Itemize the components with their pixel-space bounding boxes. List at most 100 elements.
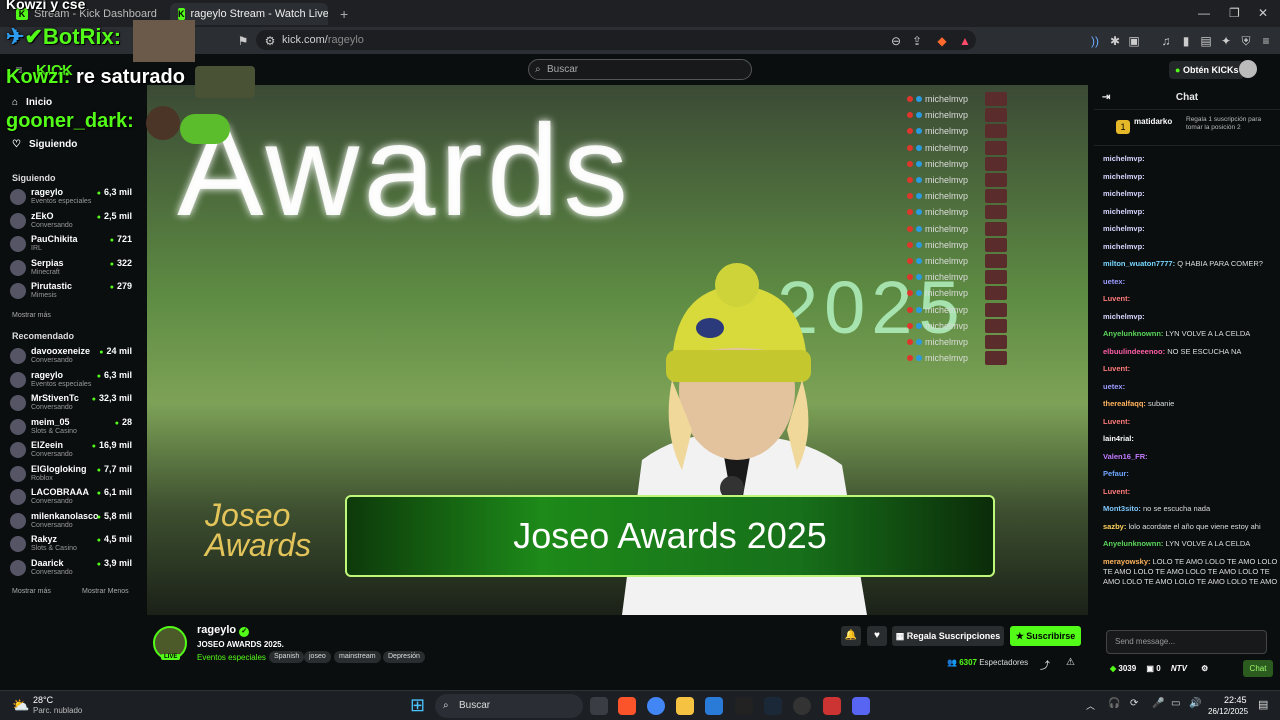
sidebar-channel[interactable]: ElGloglokingRoblox 7,7 mil (10, 463, 132, 485)
chat-username[interactable]: Luvent: (1103, 364, 1130, 373)
points-count[interactable]: 0 (1156, 664, 1160, 673)
chat-username[interactable]: merayowsky: (1103, 557, 1151, 566)
user-avatar[interactable] (1239, 60, 1257, 78)
close-window-icon[interactable]: ✕ (1258, 6, 1268, 20)
tag-joseo[interactable]: joseo (304, 651, 331, 663)
zoom-icon[interactable]: ⊖ (889, 34, 903, 48)
chat-username[interactable]: michelmvp: (1103, 312, 1145, 321)
discord-icon[interactable] (852, 697, 870, 715)
tag-depresion[interactable]: Depresión (383, 651, 425, 663)
steam-icon[interactable] (764, 697, 782, 715)
chat-username[interactable]: milton_wuaton7777: (1103, 259, 1175, 268)
sidebar-channel[interactable]: LACOBRAAAConversando 6,1 mil (10, 486, 132, 508)
send-chat-button[interactable]: Chat (1243, 660, 1273, 677)
chat-username[interactable]: sazby: (1103, 522, 1126, 531)
tag-spanish[interactable]: Spanish (269, 651, 305, 663)
maximize-icon[interactable]: ❐ (1229, 6, 1240, 20)
chat-username[interactable]: Luvent: (1103, 417, 1130, 426)
chat-username[interactable]: Pefaur: (1103, 469, 1129, 478)
clock-date[interactable]: 26/12/2025 (1208, 707, 1248, 716)
chat-username[interactable]: michelmvp: (1103, 224, 1145, 233)
sidebar-channel[interactable]: rageyloEventos especiales 6,3 mil (10, 186, 132, 208)
sidebar-channel[interactable]: DaarickConversando 3,9 mil (10, 557, 132, 579)
show-more-recommended[interactable]: Mostrar más (12, 588, 51, 595)
brave-browser-icon[interactable] (618, 697, 636, 715)
sidebar-channel[interactable]: ElZeeinConversando 16,9 mil (10, 439, 132, 461)
sidebar-channel[interactable]: rageyloEventos especiales 6,3 mil (10, 369, 132, 391)
file-explorer-icon[interactable] (676, 697, 694, 715)
sidebar-channel[interactable]: MrStivenTcConversando 32,3 mil (10, 392, 132, 414)
chat-username[interactable]: elbuulindeeenoo: (1103, 347, 1165, 356)
screenshot-icon[interactable]: ▣ (1127, 34, 1141, 48)
chrome-icon[interactable] (647, 697, 665, 715)
task-view-icon[interactable] (590, 697, 608, 715)
chat-username[interactable]: michelmvp: (1103, 207, 1145, 216)
chat-username[interactable]: Anyelunknownn: (1103, 539, 1163, 548)
share-stream-icon[interactable]: ⤴ (1040, 657, 1050, 672)
chat-username[interactable]: michelmvp: (1103, 154, 1145, 163)
chat-username[interactable]: Mont3sito: (1103, 504, 1141, 513)
weather-temp[interactable]: 28°C (33, 695, 53, 705)
chat-username[interactable]: michelmvp: (1103, 189, 1145, 198)
audio-icon[interactable]: )) (1088, 34, 1102, 48)
sidebar-channel[interactable]: meim_05Slots & Casino 28 (10, 416, 132, 438)
share-icon[interactable]: ⇪ (910, 34, 924, 48)
taskbar-search[interactable]: ⌕ Buscar (435, 694, 583, 718)
sidebar-icon[interactable]: ▮ (1179, 34, 1193, 48)
clock-time[interactable]: 22:45 (1224, 695, 1247, 705)
search-input[interactable]: ⌕ Buscar (528, 59, 752, 80)
chat-username[interactable]: therealfaqq: (1103, 399, 1146, 408)
stream-category[interactable]: Eventos especiales (197, 653, 266, 662)
sidebar-channel[interactable]: SerpiasMinecraft 322 (10, 257, 132, 279)
brave-rewards-icon[interactable]: ▲ (958, 34, 972, 48)
store-icon[interactable] (705, 697, 723, 715)
streamer-name[interactable]: rageylo ✓ (197, 624, 250, 637)
notification-bell-button[interactable]: 🔔 (841, 626, 861, 646)
gift-subs-button[interactable]: ▦ Regala Suscripciones (892, 626, 1004, 646)
windows-start-icon[interactable]: ⊞ (410, 695, 425, 716)
kicks-count[interactable]: 3039 (1118, 664, 1136, 673)
menu-icon[interactable]: ≡ (1259, 34, 1273, 48)
chat-username[interactable]: lain4rial: (1103, 434, 1134, 443)
sidebar-channel[interactable]: davooxeneizeConversando 24 mil (10, 345, 132, 367)
chat-username[interactable]: uetex: (1103, 277, 1125, 286)
nav-following[interactable]: ♡ Siguiendo (12, 139, 77, 150)
sidebar-channel[interactable]: zEkOConversando 2,5 mil (10, 210, 132, 232)
media-icon[interactable]: ♫ (1159, 34, 1173, 48)
app-icon[interactable] (823, 697, 841, 715)
sidebar-channel[interactable]: PauChikitaIRL 721 (10, 233, 132, 255)
show-more-following[interactable]: Mostrar más (12, 312, 51, 319)
show-less-recommended[interactable]: Mostrar Menos (82, 588, 129, 595)
chat-username[interactable]: Luvent: (1103, 487, 1130, 496)
tag-mainstream[interactable]: mainstream (334, 651, 381, 663)
sidebar-channel[interactable]: milenkanolascoConversando 5,8 mil (10, 510, 132, 532)
get-kicks-button[interactable]: ● Obtén KICKs (1169, 61, 1245, 79)
epic-games-icon[interactable] (735, 697, 753, 715)
network-icon[interactable]: ▭ (1171, 698, 1180, 709)
extensions-icon[interactable]: ✱ (1108, 34, 1122, 48)
tray-expand-icon[interactable]: ︿ (1086, 699, 1095, 712)
chat-username[interactable]: michelmvp: (1103, 242, 1145, 251)
url-field[interactable]: kick.com/rageylo (256, 30, 976, 50)
chat-username[interactable]: michelmvp: (1103, 172, 1145, 181)
new-tab-button[interactable]: + (332, 3, 354, 25)
mic-icon[interactable]: 🎤 (1152, 698, 1164, 709)
nav-home[interactable]: ⌂ Inicio (12, 97, 52, 108)
chat-username[interactable]: Valen16_FR: (1103, 452, 1148, 461)
chat-username[interactable]: Anyelunknownn: (1103, 329, 1163, 338)
video-player[interactable]: Awards 2025 michelmvp michelmvp michelmvp m… (147, 85, 1088, 615)
wallet-icon[interactable]: ▤ (1199, 34, 1213, 48)
volume-icon[interactable]: 🔊 (1189, 698, 1201, 709)
headset-icon[interactable]: 🎧 (1108, 698, 1120, 709)
collapse-chat-icon[interactable]: ⇥ (1102, 86, 1110, 110)
weather-icon[interactable]: ⛅ (12, 697, 29, 714)
obs-icon[interactable] (793, 697, 811, 715)
brave-shield-icon[interactable]: ◆ (935, 34, 949, 48)
chat-message-input[interactable]: Send message... (1106, 630, 1267, 654)
leo-ai-icon[interactable]: ✦ (1219, 34, 1233, 48)
report-icon[interactable]: ⚠ (1066, 657, 1075, 668)
sidebar-channel[interactable]: PirutasticMimesis 279 (10, 280, 132, 302)
follow-heart-button[interactable]: ♥ (867, 626, 887, 646)
vpn-icon[interactable]: ⛨ (1239, 34, 1253, 48)
subscribe-button[interactable]: ★ Suscribirse (1010, 626, 1081, 646)
